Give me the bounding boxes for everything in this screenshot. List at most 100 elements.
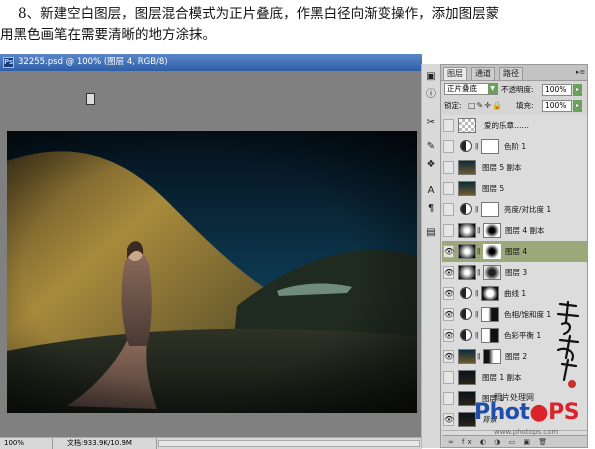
layer-name: 图层 2: [505, 352, 528, 361]
panel-toolbar: ▣ ⓘ ✂ ✎ ❖ A ¶ ▤: [421, 64, 441, 448]
layer-mask-thumbnail: [483, 265, 501, 280]
adjustment-circle-icon: [460, 203, 472, 215]
layer-name: 图层 5 副本: [482, 163, 522, 172]
lock-label: 锁定:: [444, 101, 462, 110]
blend-mode-value: 正片叠底: [447, 84, 477, 93]
calligraphy-signature: [556, 300, 580, 388]
chain-link-icon: ǁ: [475, 142, 479, 150]
document-title: 32255.psd @ 100% (图层 4, RGB/8): [18, 57, 168, 67]
navigator-icon[interactable]: ▣: [424, 70, 438, 84]
horizontal-scrollbar[interactable]: [158, 440, 420, 447]
document-size[interactable]: 文档:933.9K/10.9M: [52, 438, 157, 449]
eye-icon[interactable]: 👁: [443, 350, 454, 363]
layer-row-gradient[interactable]: 👁 ǁ 图层 3: [442, 262, 587, 284]
opacity-label: 不透明度:: [501, 85, 534, 94]
lock-icon[interactable]: □✎✛🔒: [468, 101, 503, 111]
opacity-input[interactable]: 100%: [542, 84, 572, 96]
layer-row-image[interactable]: 图层 5 副本: [442, 157, 587, 179]
tab-channels[interactable]: 通道: [471, 67, 495, 80]
document-title-bar[interactable]: Ps 32255.psd @ 100% (图层 4, RGB/8): [0, 54, 422, 71]
layer-comps-icon[interactable]: ▤: [424, 226, 438, 240]
chain-link-icon: ǁ: [475, 205, 479, 213]
chain-link-icon: ǁ: [477, 268, 481, 276]
layer-thumbnail: [458, 160, 476, 175]
adjustment-circle-icon: [460, 287, 472, 299]
layer-name: 图层 1 副本: [482, 373, 522, 382]
layer-mask-thumbnail: [483, 244, 501, 259]
visibility-toggle[interactable]: [443, 371, 454, 384]
layer-row-brightness[interactable]: ǁ 亮度/对比度 1: [442, 199, 587, 221]
cursor-icon: [86, 93, 95, 105]
visibility-toggle[interactable]: [443, 140, 454, 153]
brushes-icon[interactable]: ✎: [424, 140, 438, 154]
layer-thumbnail: [458, 349, 476, 364]
layer-row-selected[interactable]: 👁 ǁ 图层 4: [442, 241, 587, 263]
layer-row-levels[interactable]: ǁ 色阶 1: [442, 136, 587, 158]
chain-link-icon: ǁ: [477, 226, 481, 234]
layer-name: 图层 3: [505, 268, 528, 277]
layer-name: 曲线 1: [504, 289, 527, 298]
layer-name: 爱的乐章……: [484, 121, 529, 130]
clone-source-icon[interactable]: ❖: [424, 158, 438, 172]
eye-icon[interactable]: 👁: [443, 287, 454, 300]
visibility-toggle[interactable]: [443, 182, 454, 195]
blend-opacity-row: 正片叠底 ▼ 不透明度: 100% ▸: [444, 83, 584, 97]
paragraph-icon[interactable]: ¶: [424, 202, 438, 216]
info-icon[interactable]: ⓘ: [424, 88, 438, 102]
eye-icon[interactable]: 👁: [443, 245, 454, 258]
visibility-toggle[interactable]: [443, 203, 454, 216]
visibility-toggle[interactable]: [443, 119, 454, 132]
character-icon[interactable]: A: [424, 184, 438, 198]
fill-label: 填充:: [516, 101, 534, 110]
panel-menu-icon[interactable]: ▸≡: [576, 68, 585, 76]
layer-thumbnail: [458, 244, 476, 259]
layer-mask-thumbnail: [481, 328, 499, 343]
logo-brand: Phot●PS: [474, 400, 580, 425]
layer-thumbnail: [458, 223, 476, 238]
chevron-down-icon: ▼: [488, 84, 497, 94]
eye-icon[interactable]: 👁: [443, 308, 454, 321]
fill-input[interactable]: 100%: [542, 100, 572, 112]
canvas-area[interactable]: [0, 71, 422, 437]
chain-link-icon: ǁ: [477, 352, 481, 360]
chain-link-icon: ǁ: [475, 289, 479, 297]
layer-mask-thumbnail: [481, 286, 499, 301]
eye-icon[interactable]: 👁: [443, 329, 454, 342]
visibility-toggle[interactable]: [443, 392, 454, 405]
document-window[interactable]: Ps 32255.psd @ 100% (图层 4, RGB/8) 100% 文…: [0, 54, 422, 449]
eye-icon[interactable]: 👁: [443, 413, 454, 426]
tab-paths[interactable]: 路径: [499, 67, 523, 80]
tutorial-caption: 8、新建空白图层，图层混合模式为正片叠底，作黑白径向渐变操作，添加图层蒙 用黑色…: [0, 4, 595, 48]
fill-arrow-icon[interactable]: ▸: [573, 100, 582, 112]
zoom-level[interactable]: 100%: [4, 438, 24, 449]
layer-mask-thumbnail: [483, 349, 501, 364]
chain-link-icon: ǁ: [477, 247, 481, 255]
eye-icon[interactable]: 👁: [443, 266, 454, 279]
panel-tabs: 图层 通道 路径 ▸≡: [441, 65, 587, 81]
layer-row-text[interactable]: 爱的乐章……: [442, 115, 587, 137]
layer-name: 亮度/对比度 1: [504, 205, 552, 214]
blend-mode-select[interactable]: 正片叠底 ▼: [444, 83, 498, 95]
opacity-arrow-icon[interactable]: ▸: [573, 84, 582, 96]
layer-name: 色相/饱和度 1: [504, 310, 552, 319]
chain-link-icon: ǁ: [475, 310, 479, 318]
logo-url: www.photops.com: [494, 428, 559, 436]
layer-row-image[interactable]: 图层 5: [442, 178, 587, 200]
tool-presets-icon[interactable]: ✂: [424, 116, 438, 130]
photoshop-doc-icon: Ps: [3, 57, 14, 68]
visibility-toggle[interactable]: [443, 161, 454, 174]
layer-row-gradient[interactable]: ǁ 图层 4 副本: [442, 220, 587, 242]
layer-mask-thumbnail: [483, 223, 501, 238]
document-image[interactable]: [7, 131, 417, 413]
layer-name: 色彩平衡 1: [504, 331, 542, 340]
lock-fill-row: 锁定: □✎✛🔒 填充: 100% ▸: [444, 99, 584, 113]
caption-line-2: 用黑色画笔在需要清晰的地方涂抹。: [0, 27, 216, 43]
layer-thumbnail: [458, 118, 476, 133]
layer-thumbnail: [458, 370, 476, 385]
adjustment-circle-icon: [460, 140, 472, 152]
visibility-toggle[interactable]: [443, 224, 454, 237]
layer-name: 图层 4 副本: [505, 226, 545, 235]
tab-layers[interactable]: 图层: [443, 67, 467, 80]
layer-mask-thumbnail: [481, 202, 499, 217]
adjustment-circle-icon: [460, 329, 472, 341]
